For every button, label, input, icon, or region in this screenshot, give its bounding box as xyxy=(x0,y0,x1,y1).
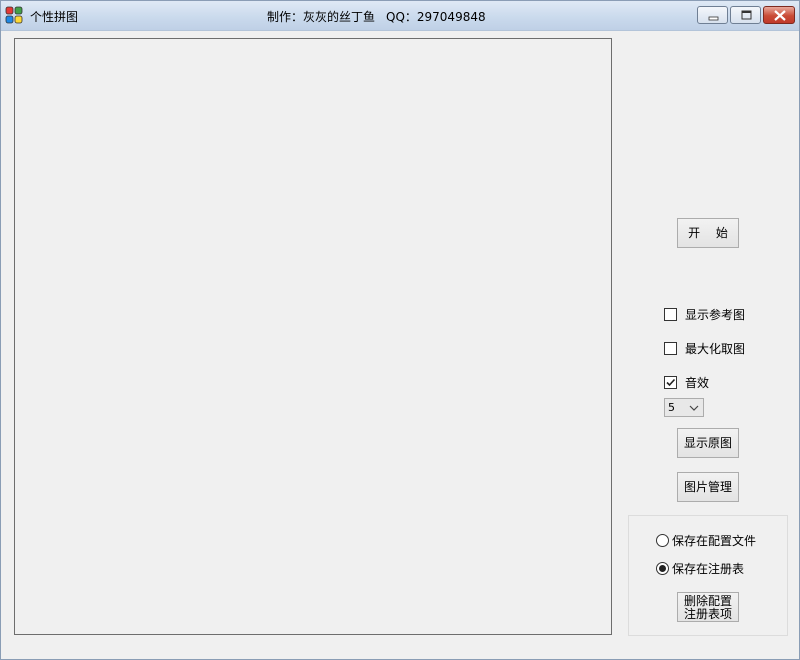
radio-selected-dot xyxy=(659,565,666,572)
image-manage-button[interactable]: 图片管理 xyxy=(677,472,739,502)
sound-checkbox[interactable] xyxy=(664,376,677,389)
qq-label: QQ：297049848 xyxy=(386,10,486,24)
save-config-file-radio[interactable] xyxy=(656,534,669,547)
start-button[interactable]: 开 始 xyxy=(677,218,739,248)
delete-registry-button[interactable]: 删除配置 注册表项 xyxy=(677,592,739,622)
title-bar[interactable]: 个性拼图 制作：灰灰的丝丁鱼 QQ：297049848 xyxy=(1,1,799,31)
author-label: 制作：灰灰的丝丁鱼 xyxy=(267,10,376,24)
level-select-value: 5 xyxy=(668,401,675,414)
maximize-capture-checkbox[interactable] xyxy=(664,342,677,355)
save-registry-label: 保存在注册表 xyxy=(672,562,745,576)
show-reference-checkbox[interactable] xyxy=(664,308,677,321)
save-config-file-label: 保存在配置文件 xyxy=(672,534,757,548)
minimize-button[interactable] xyxy=(697,6,728,24)
puzzle-canvas[interactable] xyxy=(14,38,612,635)
show-original-button[interactable]: 显示原图 xyxy=(677,428,739,458)
sound-label: 音效 xyxy=(685,376,710,390)
close-button[interactable] xyxy=(763,6,795,24)
show-reference-label: 显示参考图 xyxy=(685,308,746,322)
checkmark-icon xyxy=(666,378,676,387)
maximize-capture-label: 最大化取图 xyxy=(685,342,746,356)
chevron-down-icon xyxy=(689,405,699,411)
level-select[interactable]: 5 xyxy=(664,398,704,417)
maximize-button[interactable] xyxy=(730,6,761,24)
minimize-icon xyxy=(708,16,719,21)
puzzle-app-icon[interactable] xyxy=(5,6,23,24)
save-registry-radio[interactable] xyxy=(656,562,669,575)
close-icon xyxy=(774,10,786,21)
maximize-icon xyxy=(741,10,752,20)
app-window: 个性拼图 制作：灰灰的丝丁鱼 QQ：297049848 开 始 显示参考图 最大… xyxy=(0,0,800,660)
window-title: 个性拼图 xyxy=(30,10,79,24)
delete-button-line2: 注册表项 xyxy=(683,607,732,621)
